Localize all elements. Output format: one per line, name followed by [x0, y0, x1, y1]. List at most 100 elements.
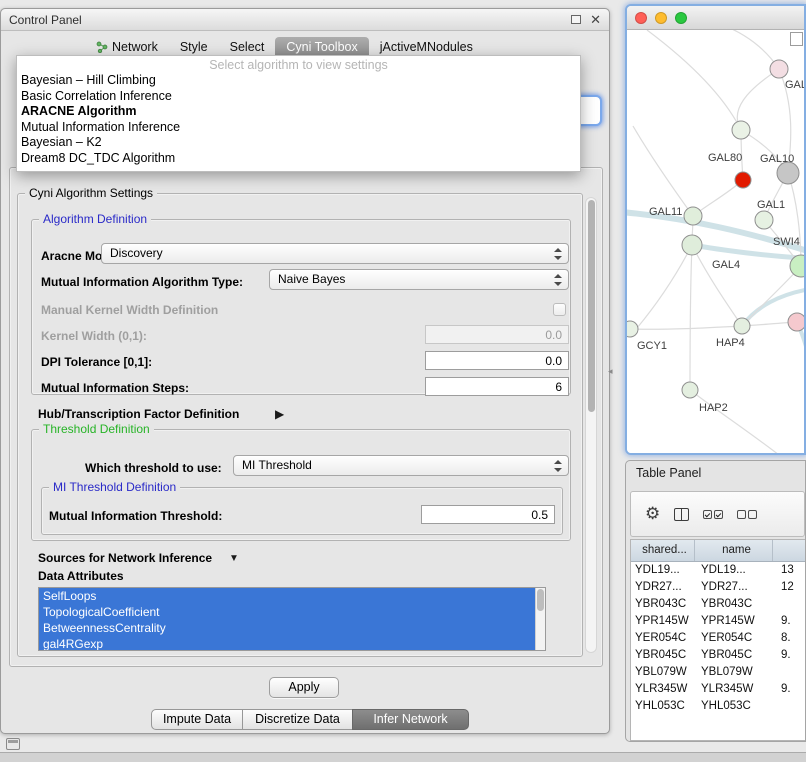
- close-traffic-light[interactable]: [635, 12, 647, 24]
- close-window-icon[interactable]: ✕: [590, 14, 601, 26]
- minimize-traffic-light[interactable]: [655, 12, 667, 24]
- network-edge[interactable]: [633, 126, 693, 216]
- table-cell: [773, 698, 806, 715]
- expand-right-icon[interactable]: ▶: [275, 407, 284, 421]
- which-threshold-select[interactable]: MI Threshold: [233, 455, 569, 476]
- columns-icon[interactable]: [674, 508, 689, 521]
- network-node[interactable]: [684, 207, 702, 225]
- attribute-item[interactable]: SelfLoops: [39, 588, 545, 604]
- column-header-extra[interactable]: [773, 540, 806, 561]
- algorithm-option[interactable]: Basic Correlation Inference: [17, 89, 580, 105]
- deselect-all-icon[interactable]: [737, 510, 757, 519]
- table-cell: YLR345W: [631, 681, 695, 698]
- gear-icon[interactable]: ⚙: [645, 506, 660, 523]
- table-row[interactable]: YBR043CYBR043C: [631, 596, 806, 613]
- table-cell: YBL079W: [695, 664, 773, 681]
- table-row[interactable]: YER054CYER054C8.: [631, 630, 806, 647]
- selected-value: Naive Bayes: [278, 272, 345, 286]
- table-cell: 12: [773, 579, 806, 596]
- panel-divider-handle[interactable]: ◂: [608, 366, 613, 377]
- select-all-icon[interactable]: [703, 510, 723, 519]
- table-row[interactable]: YDL19...YDL19...13: [631, 562, 806, 579]
- apply-button[interactable]: Apply: [269, 677, 339, 698]
- network-canvas[interactable]: GALGAL80GAL10GAL11GAL1SWI4GAL4GCY1HAP4HA…: [627, 30, 806, 455]
- attributes-scrollbar[interactable]: [535, 588, 545, 650]
- zoom-traffic-light[interactable]: [675, 12, 687, 24]
- unchecked-box-icon: [748, 510, 757, 519]
- combo-arrows-icon: [554, 274, 562, 286]
- table-row[interactable]: YDR27...YDR27...12: [631, 579, 806, 596]
- dpi-tolerance-field[interactable]: [425, 351, 569, 370]
- hub-definition-label[interactable]: Hub/Transcription Factor Definition: [38, 407, 239, 421]
- table-cell: 13: [773, 562, 806, 579]
- network-window-titlebar[interactable]: [627, 6, 804, 30]
- table-cell: 9.: [773, 613, 806, 630]
- table-row[interactable]: YLR345WYLR345W9.: [631, 681, 806, 698]
- table-cell: YBR045C: [695, 647, 773, 664]
- network-node[interactable]: [732, 121, 750, 139]
- table-cell: 9.: [773, 681, 806, 698]
- network-node-label: HAP2: [699, 402, 728, 414]
- tab-impute-data[interactable]: Impute Data: [151, 709, 243, 730]
- manual-kernel-checkbox[interactable]: [553, 303, 566, 316]
- network-node-label: GCY1: [637, 340, 667, 352]
- checked-box-icon: [714, 510, 723, 519]
- table-row[interactable]: YHL053CYHL053C: [631, 698, 806, 715]
- collapse-down-icon[interactable]: ▼: [229, 553, 239, 564]
- table-cell: YDR27...: [631, 579, 695, 596]
- column-header-shared[interactable]: shared...: [631, 540, 695, 561]
- scrollbar-thumb[interactable]: [588, 200, 595, 412]
- group-title: Threshold Definition: [39, 422, 154, 436]
- scrollbar-thumb[interactable]: [537, 589, 544, 611]
- attribute-item[interactable]: gal4RGexp: [39, 636, 545, 651]
- network-node[interactable]: [627, 321, 638, 337]
- network-node[interactable]: [788, 313, 806, 331]
- network-edge[interactable]: [630, 326, 742, 329]
- table-panel-title: Table Panel: [636, 466, 701, 480]
- mi-type-select[interactable]: Naive Bayes: [269, 269, 569, 290]
- network-node[interactable]: [735, 172, 751, 188]
- tab-infer-network[interactable]: Infer Network: [352, 709, 469, 730]
- dropdown-placeholder: Select algorithm to view settings: [17, 58, 580, 73]
- tab-label: Style: [180, 40, 208, 54]
- network-edge[interactable]: [647, 30, 741, 130]
- mi-threshold-field[interactable]: [421, 505, 555, 524]
- network-edge[interactable]: [725, 30, 779, 69]
- attribute-item[interactable]: BetweennessCentrality: [39, 620, 545, 636]
- column-header-name[interactable]: name: [695, 540, 773, 561]
- kernel-width-field[interactable]: [425, 325, 569, 344]
- algorithm-option[interactable]: ARACNE Algorithm: [17, 104, 580, 120]
- table-row[interactable]: YBR045CYBR045C9.: [631, 647, 806, 664]
- network-edge[interactable]: [637, 245, 692, 328]
- network-node[interactable]: [682, 382, 698, 398]
- algorithm-option[interactable]: Dream8 DC_TDC Algorithm: [17, 151, 580, 167]
- control-panel-titlebar[interactable]: Control Panel ✕: [1, 9, 609, 31]
- aracne-mode-select[interactable]: Discovery: [101, 243, 569, 264]
- network-edge[interactable]: [690, 390, 779, 455]
- network-edge[interactable]: [692, 245, 742, 326]
- algorithm-option[interactable]: Bayesian – Hill Climbing: [17, 73, 580, 89]
- network-node[interactable]: [734, 318, 750, 334]
- attribute-item[interactable]: TopologicalCoefficient: [39, 604, 545, 620]
- network-node-label: GAL4: [712, 259, 740, 271]
- algorithm-option[interactable]: Mutual Information Inference: [17, 120, 580, 136]
- network-node[interactable]: [682, 235, 702, 255]
- mi-steps-field[interactable]: [425, 377, 569, 396]
- float-window-icon[interactable]: [571, 15, 581, 24]
- network-node[interactable]: [770, 60, 788, 78]
- algorithm-option[interactable]: Bayesian – K2: [17, 135, 580, 151]
- tab-discretize-data[interactable]: Discretize Data: [242, 709, 353, 730]
- network-scroll-button[interactable]: [790, 32, 803, 46]
- table-cell: [773, 664, 806, 681]
- network-node[interactable]: [777, 162, 799, 184]
- settings-scrollbar[interactable]: [585, 197, 597, 653]
- sources-label[interactable]: Sources for Network Inference: [38, 551, 212, 565]
- table-row[interactable]: YBL079WYBL079W: [631, 664, 806, 681]
- minimized-panel-icon[interactable]: [6, 738, 20, 750]
- table-row[interactable]: YPR145WYPR145W9.: [631, 613, 806, 630]
- node-table[interactable]: shared... name YDL19...YDL19...13YDR27..…: [630, 539, 806, 741]
- network-edge[interactable]: [690, 245, 692, 390]
- group-title: MI Threshold Definition: [49, 480, 180, 494]
- data-attributes-list[interactable]: SelfLoopsTopologicalCoefficientBetweenne…: [38, 587, 546, 651]
- network-node[interactable]: [755, 211, 773, 229]
